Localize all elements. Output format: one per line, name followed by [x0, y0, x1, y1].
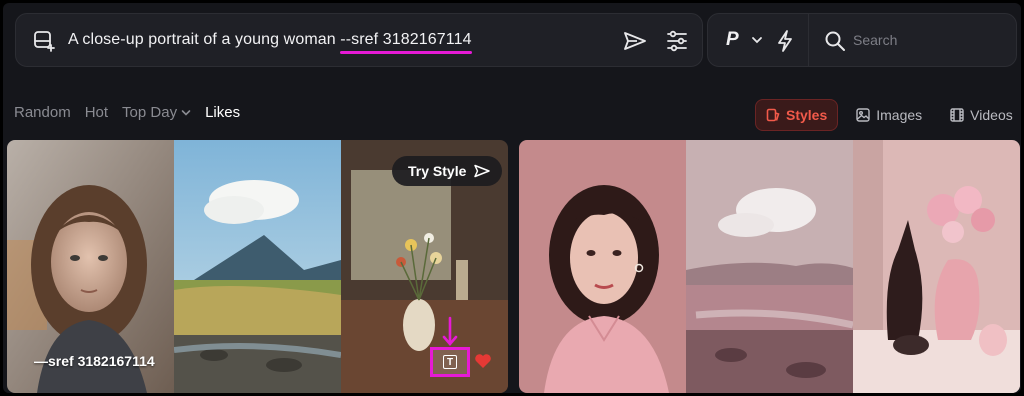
chevron-down-icon: [181, 109, 191, 116]
filter-random[interactable]: Random: [14, 104, 71, 121]
sref-highlight-underline: [340, 51, 472, 54]
style-card[interactable]: [519, 140, 1020, 393]
styles-icon: [766, 108, 780, 122]
image-icon: [856, 108, 870, 122]
style-image-landscape: [686, 140, 853, 393]
arrow-down-icon: [442, 316, 458, 346]
style-image-portrait: [519, 140, 686, 393]
app-frame: A close-up portrait of a young woman --s…: [3, 3, 1021, 393]
search-input[interactable]: [853, 28, 1003, 52]
prompt-main-text: A close-up portrait of a young woman: [68, 31, 341, 48]
mode-selector[interactable]: P: [726, 29, 739, 51]
filter-likes[interactable]: Likes: [205, 104, 240, 121]
prompt-bar[interactable]: A close-up portrait of a young woman --s…: [15, 13, 703, 67]
film-icon: [950, 108, 964, 122]
search-icon: [825, 31, 845, 51]
view-type-tabs: Styles Images Videos: [755, 99, 1021, 131]
chevron-down-icon[interactable]: [751, 35, 763, 45]
copy-text-button[interactable]: T: [430, 347, 470, 377]
tab-images[interactable]: Images: [846, 99, 932, 131]
mode-search-bar: P: [707, 13, 1017, 67]
add-image-icon[interactable]: [32, 29, 56, 53]
filter-hot[interactable]: Hot: [85, 104, 108, 121]
send-icon[interactable]: [623, 30, 647, 52]
sref-code-label[interactable]: —sref 3182167114: [34, 353, 155, 369]
filter-top-day[interactable]: Top Day: [122, 104, 191, 121]
style-image-landscape: [174, 140, 341, 393]
send-icon: [474, 164, 491, 178]
sliders-icon[interactable]: [666, 29, 688, 53]
bolt-icon[interactable]: [775, 29, 795, 53]
prompt-text[interactable]: A close-up portrait of a young woman --s…: [68, 31, 472, 54]
tab-videos[interactable]: Videos: [940, 99, 1021, 131]
feed-filter-tabs: Random Hot Top Day Likes: [14, 104, 240, 121]
heart-icon[interactable]: [474, 353, 492, 369]
divider: [808, 14, 809, 66]
style-card[interactable]: Try Style —sref 3182167114 T: [7, 140, 508, 393]
text-icon: T: [443, 355, 457, 369]
tab-styles[interactable]: Styles: [755, 99, 839, 131]
style-image-still-life: [853, 140, 1020, 393]
try-style-button[interactable]: Try Style: [392, 156, 503, 186]
prompt-sref-text: --sref 3182167114: [340, 31, 472, 54]
